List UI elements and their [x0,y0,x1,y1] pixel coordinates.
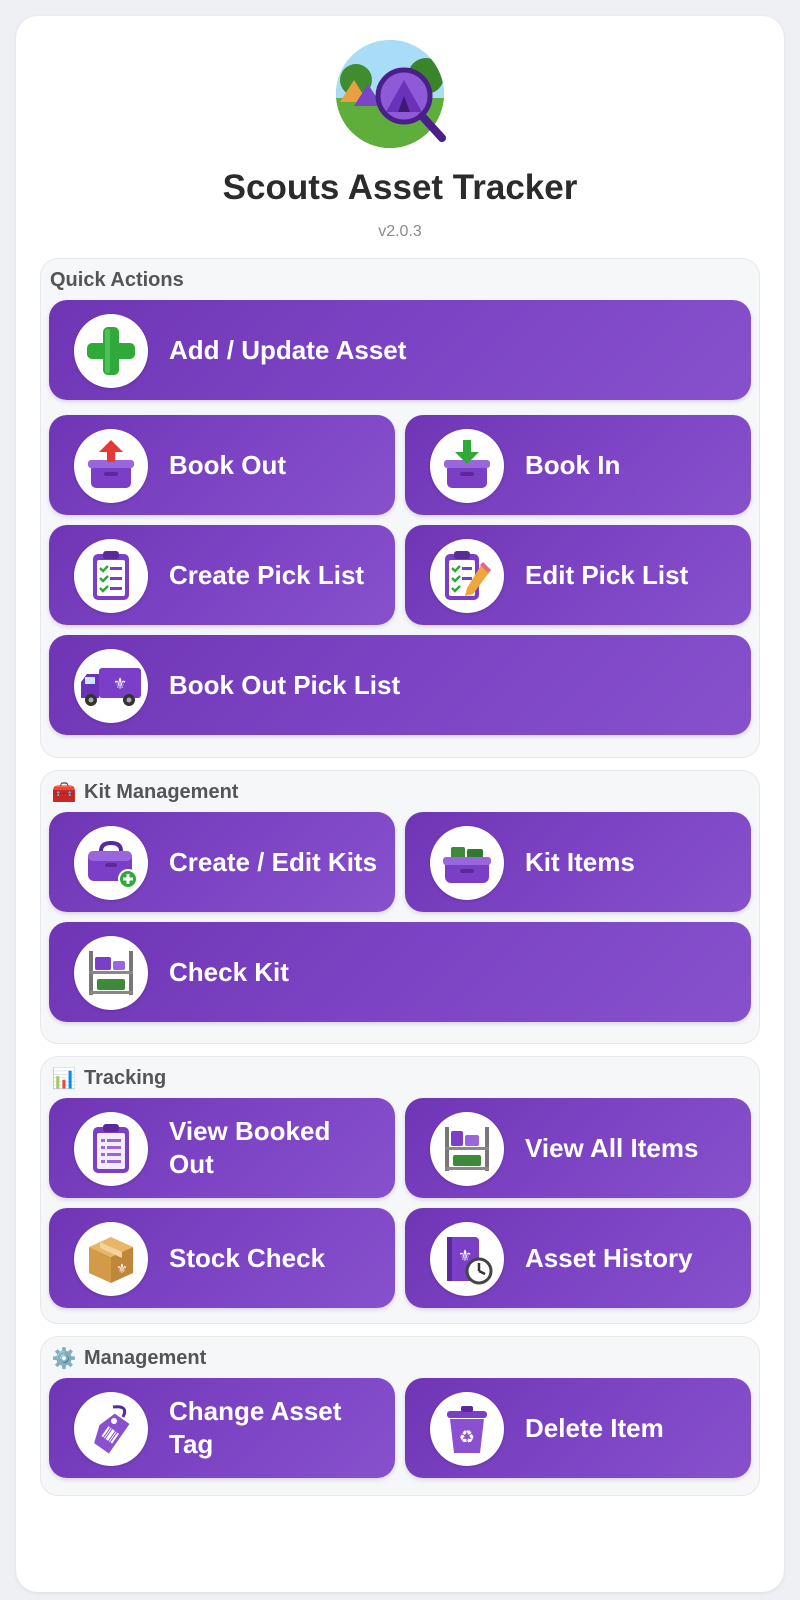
quick-actions-section: Quick Actions Add / Update Asset Book Ou… [40,258,760,758]
section-title-quick-actions: Quick Actions [50,267,184,293]
shelf-icon [74,936,148,1010]
app-title: Scouts Asset Tracker [222,168,578,207]
svg-text:♻: ♻ [459,1427,475,1448]
clipboard-checklist-icon [74,539,148,613]
section-title-tracking: 📊 Tracking [50,1065,167,1091]
button-label: View All Items [525,1132,699,1163]
button-label: Create / Edit Kits [169,846,378,877]
button-label: Add / Update Asset [169,334,407,365]
stock-check-button[interactable]: ⚜ Stock Check [49,1208,395,1308]
create-pick-list-button[interactable]: Create Pick List [49,525,395,625]
shelf-items-icon [430,1112,504,1186]
tag-icon [74,1392,148,1466]
view-booked-out-button[interactable]: View Booked Out [49,1098,395,1198]
clipboard-pencil-icon [430,539,504,613]
delete-item-button[interactable]: ♻ Delete Item [405,1378,751,1478]
gear-icon: ⚙️ [51,1347,77,1370]
management-section: ⚙️ Management Change Asset Tag ♻ Delete … [40,1336,760,1496]
plus-icon [74,314,148,388]
cardboard-box-icon: ⚜ [74,1222,148,1296]
button-label: Create Pick List [169,559,365,590]
change-asset-tag-button[interactable]: Change Asset Tag [49,1378,395,1478]
create-edit-kits-button[interactable]: Create / Edit Kits [49,812,395,912]
book-out-button[interactable]: Book Out [49,415,395,515]
section-title-label: Quick Actions [50,268,184,291]
button-label: Change Asset Tag [169,1396,342,1459]
section-title-label: Management [84,1346,207,1369]
add-update-asset-button[interactable]: Add / Update Asset [49,300,751,400]
box-arrow-up-icon [74,429,148,503]
view-all-items-button[interactable]: View All Items [405,1098,751,1198]
book-out-pick-list-button[interactable]: ⚜ Book Out Pick List [49,635,751,735]
button-label: Stock Check [169,1242,326,1273]
tent-magnifier-logo [336,40,446,148]
delivery-truck-icon: ⚜ [74,649,148,723]
button-label: Kit Items [525,846,635,877]
section-title-label: Kit Management [84,780,239,803]
button-label: Book Out [169,449,286,480]
section-title-management: ⚙️ Management [50,1345,207,1371]
button-label: Book Out Pick List [169,669,401,700]
button-label: View Booked Out [169,1116,331,1179]
button-label: Check Kit [169,956,289,987]
recycle-bin-icon: ♻ [430,1392,504,1466]
button-label: Book In [525,449,621,480]
book-clock-icon: ⚜ [430,1222,504,1296]
check-kit-button[interactable]: Check Kit [49,922,751,1022]
asset-history-button[interactable]: ⚜ Asset History [405,1208,751,1308]
box-arrow-down-icon [430,429,504,503]
app-version: v2.0.3 [378,223,422,240]
toolbox-icon: 🧰 [51,781,77,804]
toolbox-plus-icon [74,826,148,900]
section-title-kit-management: 🧰 Kit Management [50,779,239,805]
kit-management-section: 🧰 Kit Management Create / Edit Kits Kit … [40,770,760,1044]
bar-chart-icon: 📊 [51,1067,77,1090]
svg-text:⚜: ⚜ [113,674,127,693]
book-in-button[interactable]: Book In [405,415,751,515]
button-label: Delete Item [525,1412,664,1443]
kit-box-icon [430,826,504,900]
kit-items-button[interactable]: Kit Items [405,812,751,912]
clipboard-list-icon [74,1112,148,1186]
svg-text:⚜: ⚜ [116,1262,128,1277]
edit-pick-list-button[interactable]: Edit Pick List [405,525,751,625]
button-label: Asset History [525,1242,693,1273]
section-title-label: Tracking [84,1066,167,1089]
button-label: Edit Pick List [525,559,689,590]
tracking-section: 📊 Tracking View Booked Out View All Item… [40,1056,760,1324]
